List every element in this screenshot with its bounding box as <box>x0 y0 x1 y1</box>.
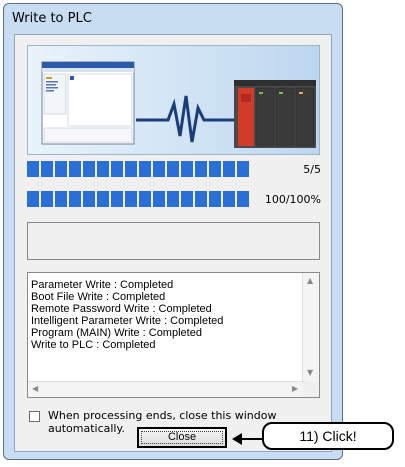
progress-segment <box>111 191 123 207</box>
progress-segment <box>139 161 151 177</box>
signal-wave-icon <box>136 95 234 143</box>
progress-segment <box>223 161 235 177</box>
log-line: Remote Password Write : Completed <box>31 303 212 315</box>
progress-segment <box>209 191 221 207</box>
scrollbar-corner <box>303 382 319 397</box>
result-log-textbox[interactable]: Parameter Write : Completed Boot File Wr… <box>27 272 320 398</box>
scroll-left-arrow-icon[interactable]: ◀ <box>32 385 38 393</box>
progress-segment <box>27 161 39 177</box>
progress-segment <box>55 191 67 207</box>
progress-segment <box>83 161 95 177</box>
progress-segment <box>41 191 53 207</box>
progress-segment <box>195 161 207 177</box>
overall-progress-bar <box>27 161 253 177</box>
overall-progress-count: 5/5 <box>303 163 321 176</box>
progress-segment <box>97 161 109 177</box>
write-to-plc-dialog: Write to PLC 5/5 100/100% Parameter Writ… <box>3 3 343 460</box>
log-line: Intelligent Parameter Write : Completed <box>31 315 224 327</box>
progress-segment <box>153 161 165 177</box>
progress-segment <box>139 191 151 207</box>
progress-segment <box>97 191 109 207</box>
progress-segment <box>111 161 123 177</box>
progress-segment <box>27 191 39 207</box>
log-line: Write to PLC : Completed <box>31 339 156 351</box>
pc-screen-icon <box>41 61 135 145</box>
progress-segment <box>153 191 165 207</box>
progress-segment <box>69 191 81 207</box>
dialog-title: Write to PLC <box>12 11 92 26</box>
title-bar[interactable]: Write to PLC <box>4 4 342 34</box>
click-instruction-callout: 11) Click! <box>262 422 394 450</box>
progress-segment <box>83 191 95 207</box>
scroll-up-arrow-icon[interactable]: ▲ <box>307 277 313 285</box>
transfer-illustration <box>27 45 320 155</box>
step-progress-percent: 100/100% <box>264 193 321 206</box>
progress-segment <box>125 161 137 177</box>
progress-segment <box>55 161 67 177</box>
progress-segment <box>167 191 179 207</box>
progress-segment <box>125 191 137 207</box>
transfer-illustration-graphic <box>41 61 316 148</box>
vertical-scrollbar[interactable]: ▲ ▼ <box>302 273 319 383</box>
dialog-client-area: 5/5 100/100% Parameter Write : Completed… <box>14 34 332 452</box>
log-line: Boot File Write : Completed <box>31 291 166 303</box>
auto-close-checkbox[interactable] <box>29 411 40 422</box>
progress-segment <box>237 161 249 177</box>
step-progress-bar <box>27 191 253 207</box>
progress-segment <box>195 191 207 207</box>
log-lines: Parameter Write : Completed Boot File Wr… <box>31 279 223 351</box>
callout-arrow-icon <box>232 433 264 445</box>
focus-rectangle <box>141 431 223 444</box>
progress-segment <box>69 161 81 177</box>
log-line: Parameter Write : Completed <box>31 279 174 291</box>
progress-segment <box>223 191 235 207</box>
plc-unit-icon <box>234 80 316 148</box>
scroll-right-arrow-icon[interactable]: ▶ <box>292 385 298 393</box>
callout-text: 11) Click! <box>299 428 357 444</box>
horizontal-scrollbar[interactable]: ◀ ▶ <box>28 381 305 397</box>
status-message-box <box>27 222 320 260</box>
progress-segment <box>167 161 179 177</box>
close-button[interactable]: Close <box>137 427 227 448</box>
progress-segment <box>181 191 193 207</box>
progress-segment <box>41 161 53 177</box>
progress-segment <box>181 161 193 177</box>
progress-segment <box>209 161 221 177</box>
progress-segment <box>237 191 249 207</box>
log-line: Program (MAIN) Write : Completed <box>31 327 202 339</box>
scroll-down-arrow-icon[interactable]: ▼ <box>307 369 313 377</box>
